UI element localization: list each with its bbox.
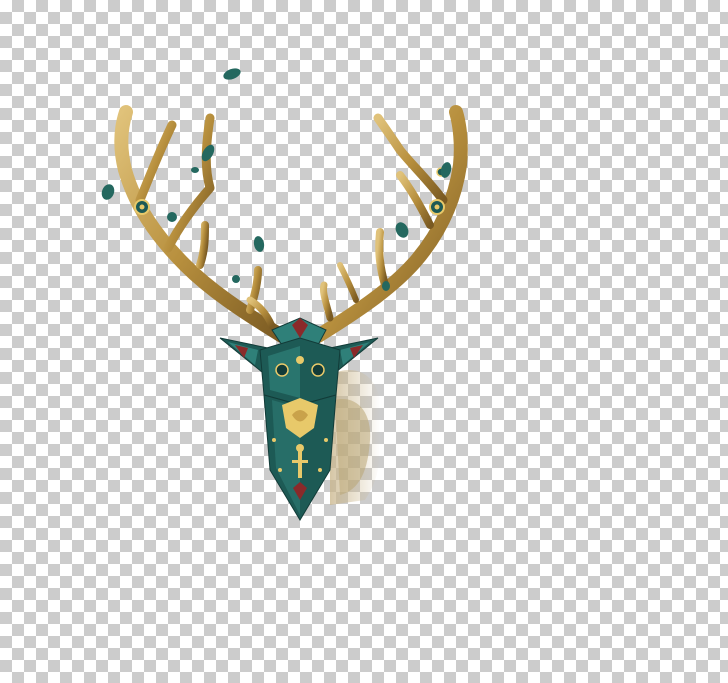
left-antler xyxy=(114,105,289,343)
image-canvas xyxy=(0,0,728,683)
deer-head-illustration xyxy=(101,68,468,521)
right-antler xyxy=(311,105,468,343)
brush-stroke xyxy=(330,370,381,505)
